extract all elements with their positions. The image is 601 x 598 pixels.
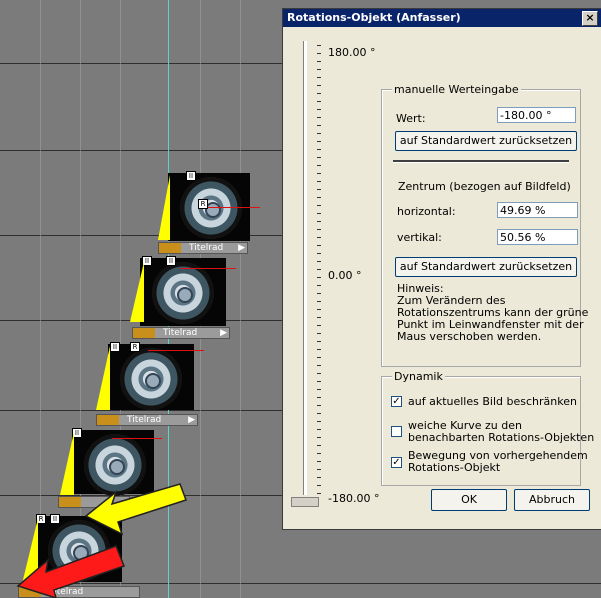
slider-tick — [317, 45, 321, 46]
slider-tick — [317, 485, 321, 486]
slider-tick — [317, 437, 321, 438]
slider-tick — [317, 285, 321, 286]
slider-tick — [317, 293, 321, 294]
slider-tick — [317, 421, 321, 422]
smooth-curve-label: weiche Kurve zu den benachbarten Rotatio… — [408, 420, 594, 444]
horizontal-input[interactable]: 49.69 % — [497, 202, 578, 218]
slider-tick — [317, 365, 321, 366]
slider-tick — [317, 149, 321, 150]
label-line: Rotations-Objekt — [408, 461, 501, 474]
value-label: Wert: — [396, 112, 426, 125]
dialog-title: Rotations-Objekt (Anfasser) — [287, 11, 461, 24]
value-input[interactable]: -180.00 ° — [497, 107, 576, 123]
slider-tick — [317, 269, 321, 270]
separator — [393, 160, 569, 163]
slider-tick — [317, 69, 321, 70]
slider-tick — [317, 93, 321, 94]
dialog-titlebar[interactable]: Rotations-Objekt (Anfasser) × — [283, 9, 601, 27]
slider-tick — [317, 229, 321, 230]
slider-tick — [317, 197, 321, 198]
slider-tick — [317, 205, 321, 206]
slider-tick — [317, 389, 321, 390]
slider-tick — [317, 381, 321, 382]
hint-text: Hinweis: Zum Verändern des Rotationszent… — [397, 283, 588, 343]
slider-tick — [317, 453, 321, 454]
red-arrow-shape — [16, 545, 125, 598]
group-label: manuelle Werteingabe — [392, 83, 521, 96]
slider-tick — [317, 317, 321, 318]
slider-tick — [317, 157, 321, 158]
slider-min-label: -180.00 ° — [328, 492, 380, 505]
slider-tick — [317, 397, 321, 398]
inherit-motion-checkbox[interactable]: ✓ — [391, 457, 402, 468]
slider-mid-label: 0.00 ° — [328, 269, 362, 282]
slider-tick — [317, 445, 321, 446]
slider-tick — [317, 277, 321, 278]
slider-tick — [317, 357, 321, 358]
slider-tick — [317, 341, 321, 342]
slider-tick — [317, 181, 321, 182]
slider-tick — [317, 237, 321, 238]
slider-tick — [317, 77, 321, 78]
slider-tick — [317, 141, 321, 142]
ramp-shape — [130, 262, 144, 322]
slider-tick — [317, 349, 321, 350]
horizontal-label: horizontal: — [397, 205, 456, 218]
slider-tick — [317, 109, 321, 110]
group-label: Dynamik — [392, 370, 445, 383]
slider-tick — [317, 53, 321, 54]
slider-tick — [317, 61, 321, 62]
slider-tick — [317, 301, 321, 302]
red-arrow-icon — [16, 545, 125, 598]
vertical-input[interactable]: 50.56 % — [497, 229, 578, 245]
slider-tick — [317, 133, 321, 134]
slider-tick — [317, 253, 321, 254]
restrict-label: auf aktuelles Bild beschränken — [408, 395, 577, 408]
slider-tick — [317, 85, 321, 86]
ramp-shape — [96, 346, 110, 410]
inherit-motion-label: Bewegung von vorhergehendem Rotations-Ob… — [408, 450, 588, 474]
slider-tick — [317, 373, 321, 374]
slider-tick — [317, 461, 321, 462]
slider-tick — [317, 309, 321, 310]
slider-tick — [317, 325, 321, 326]
restrict-checkbox[interactable]: ✓ — [391, 396, 402, 407]
center-label: Zentrum (bezogen auf Bildfeld) — [398, 180, 571, 193]
slider-tick — [317, 165, 321, 166]
slider-tick — [317, 101, 321, 102]
slider-tick — [317, 221, 321, 222]
slider-tick — [317, 189, 321, 190]
close-button[interactable]: × — [582, 11, 598, 26]
reset-center-button[interactable]: auf Standardwert zurücksetzen — [395, 257, 577, 277]
reset-value-button[interactable]: auf Standardwert zurücksetzen — [395, 131, 577, 151]
angle-slider-track[interactable] — [303, 41, 307, 495]
slider-tick — [317, 333, 321, 334]
smooth-curve-checkbox[interactable] — [391, 426, 402, 437]
slider-tick — [317, 413, 321, 414]
ramp-shape — [158, 175, 170, 240]
yellow-arrow-shape — [84, 483, 187, 536]
vertical-label: vertikal: — [397, 231, 442, 244]
slider-tick — [317, 477, 321, 478]
slider-tick — [317, 173, 321, 174]
slider-tick — [317, 245, 321, 246]
ok-button[interactable]: OK — [431, 489, 507, 511]
rotation-object-dialog: Rotations-Objekt (Anfasser) × 180.00 ° 0… — [282, 8, 601, 530]
hint-line: Maus verschoben werden. — [397, 330, 542, 343]
angle-slider-thumb[interactable] — [291, 497, 319, 507]
label-line: benachbarten Rotations-Objekten — [408, 431, 595, 444]
slider-tick — [317, 493, 321, 494]
slider-tick — [317, 429, 321, 430]
slider-max-label: 180.00 ° — [328, 46, 376, 59]
slider-tick — [317, 261, 321, 262]
yellow-arrow-icon — [84, 483, 187, 536]
slider-tick — [317, 405, 321, 406]
ramp-shape — [60, 432, 74, 495]
cancel-button[interactable]: Abbruch — [514, 489, 590, 511]
slider-tick — [317, 469, 321, 470]
slider-tick — [317, 213, 321, 214]
slider-tick — [317, 117, 321, 118]
slider-tick — [317, 125, 321, 126]
